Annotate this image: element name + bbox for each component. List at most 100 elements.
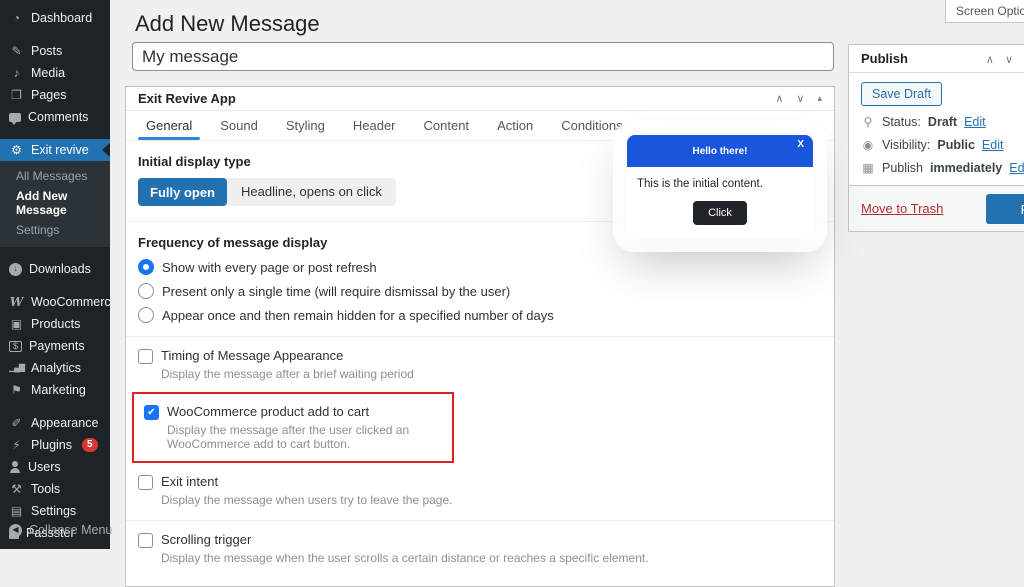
admin-sidebar: ◔ Dashboard ✎ Posts ♪ Media ❐ Pages Comm…: [0, 0, 118, 549]
tools-icon: ⚒: [11, 482, 22, 496]
metabox-controls: ∧ ∨ ▴: [775, 92, 822, 105]
move-up-icon[interactable]: ∧: [986, 53, 994, 66]
collapse-menu-button[interactable]: ◀ Collapse Menu: [0, 519, 112, 541]
move-to-trash-link[interactable]: Move to Trash: [861, 201, 943, 216]
section-divider: [126, 520, 834, 521]
submenu-item-add-new-message[interactable]: Add New Message: [0, 186, 110, 220]
radio-option-label: Present only a single time (will require…: [162, 283, 511, 299]
analytics-icon: ▁▄▇: [9, 363, 25, 372]
edit-status-link[interactable]: Edit: [964, 115, 986, 129]
radio-selected-icon[interactable]: [138, 259, 154, 275]
gear-icon: ⚙: [11, 143, 22, 157]
sidebar-item-products[interactable]: ▣ Products: [0, 313, 110, 335]
tab-header[interactable]: Header: [339, 111, 410, 140]
popup-header: Hello there! X: [627, 135, 813, 167]
sidebar-item-media[interactable]: ♪ Media: [0, 62, 110, 84]
radio-icon[interactable]: [138, 283, 154, 299]
frequency-option-every-refresh[interactable]: Show with every page or post refresh: [138, 259, 822, 275]
sidebar-item-comments[interactable]: Comments: [0, 106, 110, 128]
radio-icon[interactable]: [138, 307, 154, 323]
move-down-icon[interactable]: ∨: [1005, 53, 1013, 66]
sidebar-item-plugins[interactable]: ⚡ Plugins 5: [0, 434, 110, 456]
publish-schedule-value: immediately: [930, 161, 1003, 175]
toggle-panel-icon[interactable]: ▴: [817, 93, 822, 104]
sidebar-item-label: Settings: [31, 504, 77, 518]
sidebar-item-analytics[interactable]: ▁▄▇ Analytics: [0, 357, 110, 379]
calendar-icon: ▦: [862, 161, 874, 175]
frequency-option-hidden-days[interactable]: Appear once and then remain hidden for a…: [138, 307, 822, 323]
close-icon[interactable]: X: [797, 139, 804, 150]
products-icon: ▣: [10, 317, 23, 331]
popup-body: This is the initial content. Click: [627, 167, 813, 238]
status-row: ⚲ Status: Draft Edit: [861, 115, 1024, 129]
trigger-timing-of-message: Timing of Message Appearance Display the…: [138, 348, 822, 381]
status-value: Draft: [927, 115, 958, 129]
sidebar-item-label: WooCommerce: [31, 295, 118, 309]
download-icon: ↓: [9, 262, 22, 276]
trigger-label: Scrolling trigger: [161, 532, 252, 547]
popup-title: Hello there!: [692, 145, 748, 157]
publish-schedule-label: Publish: [882, 161, 923, 175]
sidebar-item-dashboard[interactable]: ◔ Dashboard: [0, 7, 110, 29]
publish-panel-footer: Move to Trash Publish: [849, 185, 1024, 231]
message-preview-popup: Hello there! X This is the initial conte…: [627, 135, 813, 238]
trigger-description: Display the message when the user scroll…: [161, 551, 649, 565]
sidebar-item-appearance[interactable]: ✐ Appearance: [0, 412, 110, 434]
sidebar-item-label: Products: [31, 317, 81, 331]
visibility-row: ◉ Visibility: Public Edit: [861, 138, 1024, 152]
tab-content[interactable]: Content: [410, 111, 484, 140]
sidebar-item-tools[interactable]: ⚒ Tools: [0, 478, 110, 500]
message-title-input[interactable]: [132, 42, 834, 71]
pages-icon: ❐: [11, 88, 22, 102]
sidebar-item-label: Comments: [28, 110, 89, 124]
initial-display-type-control: Fully open Headline, opens on click: [138, 178, 396, 206]
save-draft-button[interactable]: Save Draft: [861, 82, 943, 106]
sidebar-item-posts[interactable]: ✎ Posts: [0, 40, 110, 62]
tab-action[interactable]: Action: [483, 111, 547, 140]
pin-icon: ⚲: [863, 115, 873, 129]
sidebar-item-label: Payments: [29, 339, 85, 353]
status-label: Status:: [882, 115, 921, 129]
tab-styling[interactable]: Styling: [272, 111, 339, 140]
exit-revive-submenu: All Messages Add New Message Settings: [0, 161, 110, 247]
tab-sound[interactable]: Sound: [206, 111, 272, 140]
move-up-icon[interactable]: ∧: [775, 92, 783, 105]
checkbox-unchecked[interactable]: [138, 533, 153, 548]
sidebar-item-woocommerce[interactable]: W WooCommerce: [0, 291, 118, 313]
checkbox-checked[interactable]: [144, 405, 159, 420]
trigger-text: Exit intent Display the message when use…: [161, 474, 453, 507]
publish-button[interactable]: Publish: [986, 194, 1024, 224]
fully-open-button[interactable]: Fully open: [138, 178, 227, 206]
sidebar-item-label: Plugins: [31, 438, 72, 452]
popup-click-button[interactable]: Click: [693, 201, 747, 225]
sidebar-item-label: Marketing: [31, 383, 86, 397]
move-down-icon[interactable]: ∨: [796, 92, 804, 105]
metabox-title: Exit Revive App: [138, 91, 236, 106]
sidebar-item-users[interactable]: Users: [0, 456, 110, 478]
media-icon: ♪: [13, 66, 20, 80]
woocommerce-icon: W: [9, 295, 24, 309]
sidebar-item-label: Users: [28, 460, 61, 474]
headline-opens-on-click-button[interactable]: Headline, opens on click: [227, 178, 396, 206]
sidebar-item-label: Posts: [31, 44, 63, 58]
submenu-item-settings[interactable]: Settings: [0, 220, 110, 240]
sidebar-item-pages[interactable]: ❐ Pages: [0, 84, 110, 106]
submenu-item-all-messages[interactable]: All Messages: [0, 166, 110, 186]
edit-schedule-link[interactable]: Edit: [1009, 161, 1024, 175]
checkbox-unchecked[interactable]: [138, 475, 153, 490]
sidebar-item-downloads[interactable]: ↓ Downloads: [0, 258, 110, 280]
tab-general[interactable]: General: [132, 111, 206, 140]
page-title: Add New Message: [135, 11, 320, 36]
checkbox-unchecked[interactable]: [138, 349, 153, 364]
trigger-text: WooCommerce product add to cart Display …: [167, 404, 442, 451]
tab-conditions[interactable]: Conditions: [547, 111, 636, 140]
sidebar-item-payments[interactable]: $ Payments: [0, 335, 110, 357]
frequency-option-single-time[interactable]: Present only a single time (will require…: [138, 283, 822, 299]
edit-visibility-link[interactable]: Edit: [982, 138, 1004, 152]
trigger-label: Exit intent: [161, 474, 219, 489]
sidebar-item-exit-revive[interactable]: ⚙ Exit revive: [0, 139, 110, 161]
publish-panel-title: Publish: [861, 51, 908, 66]
screen-options-tab[interactable]: Screen Options ▼: [945, 0, 1024, 23]
sidebar-item-label: Tools: [31, 482, 61, 496]
sidebar-item-marketing[interactable]: ⚑ Marketing: [0, 379, 110, 401]
